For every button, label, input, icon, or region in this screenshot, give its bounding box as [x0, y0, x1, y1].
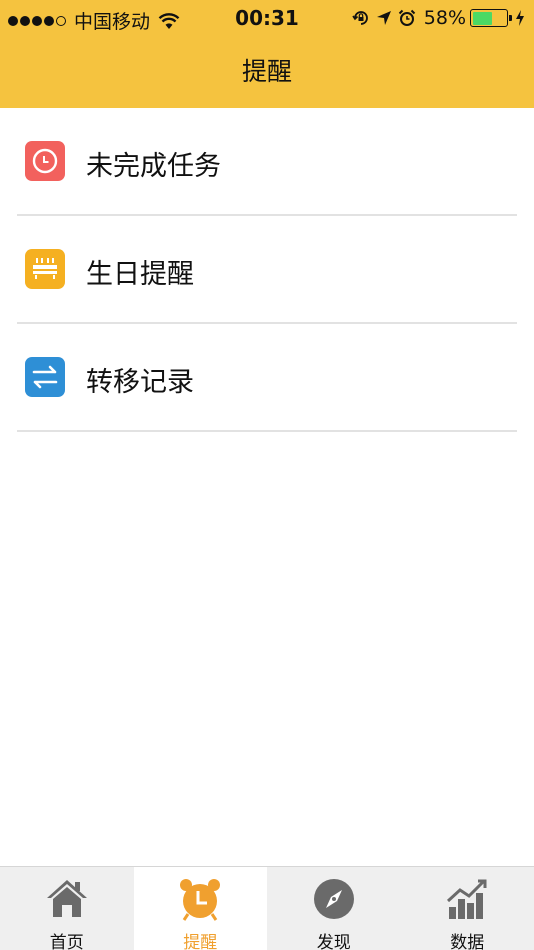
compass-icon [313, 879, 354, 919]
orientation-lock-icon [352, 11, 368, 25]
tab-label: 数据 [450, 933, 485, 950]
alarm-icon [398, 9, 415, 26]
chart-icon [447, 879, 487, 919]
list-item-transfer-records[interactable]: 转移记录 [0, 324, 534, 432]
birthday-cake-icon [25, 249, 65, 289]
page-title: 提醒 [241, 57, 292, 86]
tab-label: 提醒 [183, 933, 218, 950]
reminder-list: 未完成任务 生日提醒 转移记录 [0, 108, 534, 432]
tab-label: 首页 [49, 933, 84, 950]
battery-percent: 58% [423, 7, 466, 29]
home-icon [46, 880, 87, 917]
charging-bolt-icon [516, 10, 524, 26]
list-item-label: 转移记录 [86, 367, 194, 398]
wifi-icon [158, 12, 180, 29]
alarm-clock-icon [180, 879, 221, 921]
tab-data[interactable]: 数据 [401, 867, 534, 950]
tab-label: 发现 [316, 933, 351, 950]
tab-discover[interactable]: 发现 [267, 867, 401, 950]
tab-reminder[interactable]: 提醒 [133, 867, 267, 950]
clock-icon [25, 141, 65, 181]
list-item-birthday-reminder[interactable]: 生日提醒 [0, 216, 534, 324]
list-item-label: 生日提醒 [86, 259, 194, 290]
location-arrow-icon [376, 11, 391, 25]
signal-strength-icon [8, 15, 68, 26]
header: 中国移动 00:31 58% 提醒 [0, 0, 534, 108]
list-item-label: 未完成任务 [86, 151, 221, 182]
status-bar: 中国移动 00:31 58% [0, 0, 534, 36]
transfer-arrows-icon [25, 357, 65, 397]
tab-bar: 首页 提醒 发现 数据 [0, 866, 534, 950]
list-item-unfinished-tasks[interactable]: 未完成任务 [0, 108, 534, 216]
divider [17, 430, 517, 432]
tab-home[interactable]: 首页 [0, 867, 134, 950]
battery-icon [470, 9, 512, 27]
carrier-name: 中国移动 [74, 11, 151, 33]
